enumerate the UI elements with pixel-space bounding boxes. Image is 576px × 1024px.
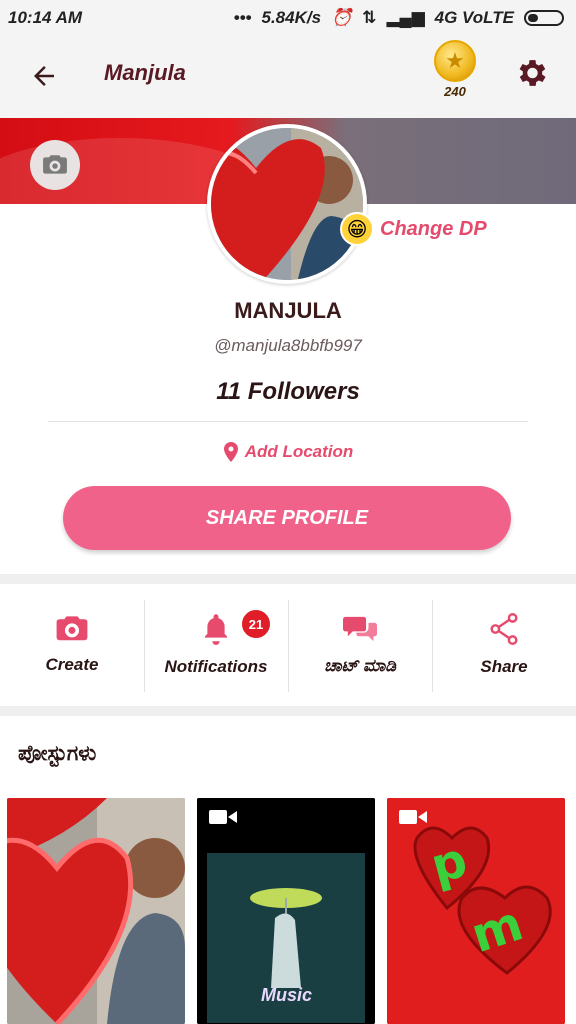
create-button[interactable]: Create	[0, 584, 144, 706]
video-camera-icon	[399, 810, 427, 824]
share-icon	[490, 613, 518, 645]
camera-icon	[43, 155, 67, 174]
location-pin-icon	[223, 442, 238, 462]
profile-avatar[interactable]	[207, 124, 367, 284]
video-camera-icon	[209, 810, 237, 824]
coin-icon: ★	[434, 40, 476, 82]
share-button[interactable]: Share	[432, 584, 576, 706]
notifications-button[interactable]: 21 Notifications	[144, 584, 288, 706]
back-button[interactable]	[22, 54, 66, 98]
change-dp-label: Change DP	[380, 217, 487, 240]
camera-icon	[56, 616, 88, 641]
video-caption: Music	[261, 985, 313, 1005]
add-location-label: Add Location	[244, 442, 354, 461]
post-thumbnail[interactable]: Music	[197, 798, 375, 1024]
chat-button[interactable]: ಚಾಟ್ ಮಾಡಿ	[288, 584, 432, 706]
signal-icon: ▂▄▆	[386, 8, 425, 27]
arrow-left-icon	[34, 66, 54, 86]
profile-name: MANJULA	[234, 298, 342, 323]
page-title: Manjula	[104, 60, 186, 85]
notifications-label: Notifications	[164, 657, 268, 676]
posts-title: ಪೋಸ್ಟುಗಳು	[18, 742, 97, 765]
status-icons: ••• 5.84K/s ⏰ ⇅ ▂▄▆ 4G VoLTE	[234, 8, 564, 28]
profile-handle: @manjula8bbfb997	[214, 336, 362, 355]
network-type: 4G VoLTE	[434, 8, 514, 27]
status-time: 10:14 AM	[8, 8, 83, 27]
post-thumbnail[interactable]	[7, 798, 185, 1024]
create-label: Create	[45, 655, 99, 674]
bell-icon	[204, 614, 228, 645]
action-row: Create 21 Notifications ಚಾಟ್ ಮಾಡಿ Share	[0, 584, 576, 706]
notification-badge: 21	[240, 608, 272, 640]
post-thumbnail[interactable]: p m	[387, 798, 565, 1024]
divider	[48, 421, 528, 422]
post-video-image: p m	[387, 798, 565, 1024]
post-image	[7, 798, 185, 1024]
gear-icon	[519, 60, 546, 86]
battery-icon	[524, 10, 564, 26]
change-cover-button[interactable]	[30, 140, 80, 190]
alarm-icon: ⏰	[331, 8, 353, 27]
data-arrows-icon: ⇅	[362, 8, 377, 27]
coin-count: 240	[444, 84, 466, 99]
add-location-button[interactable]: Add Location	[0, 442, 576, 462]
chat-icon	[343, 616, 377, 642]
posts-section: ಪೋಸ್ಟುಗಳು Music p m	[0, 716, 576, 1024]
followers-count[interactable]: 11 Followers	[0, 378, 576, 406]
network-speed: 5.84K/s	[261, 8, 322, 27]
share-label: Share	[480, 657, 528, 676]
coins-button[interactable]: ★ 240	[430, 40, 480, 99]
dots-icon: •••	[233, 8, 252, 27]
change-dp-button[interactable]: 😁 Change DP	[340, 212, 487, 246]
app-bar: Manjula ★ 240	[0, 36, 576, 118]
status-bar: 10:14 AM ••• 5.84K/s ⏰ ⇅ ▂▄▆ 4G VoLTE	[0, 0, 576, 36]
grin-emoji-icon: 😁	[340, 212, 374, 246]
chat-label: ಚಾಟ್ ಮಾಡಿ	[324, 656, 396, 675]
settings-button[interactable]	[508, 50, 554, 96]
share-profile-button[interactable]: SHARE PROFILE	[63, 486, 511, 550]
